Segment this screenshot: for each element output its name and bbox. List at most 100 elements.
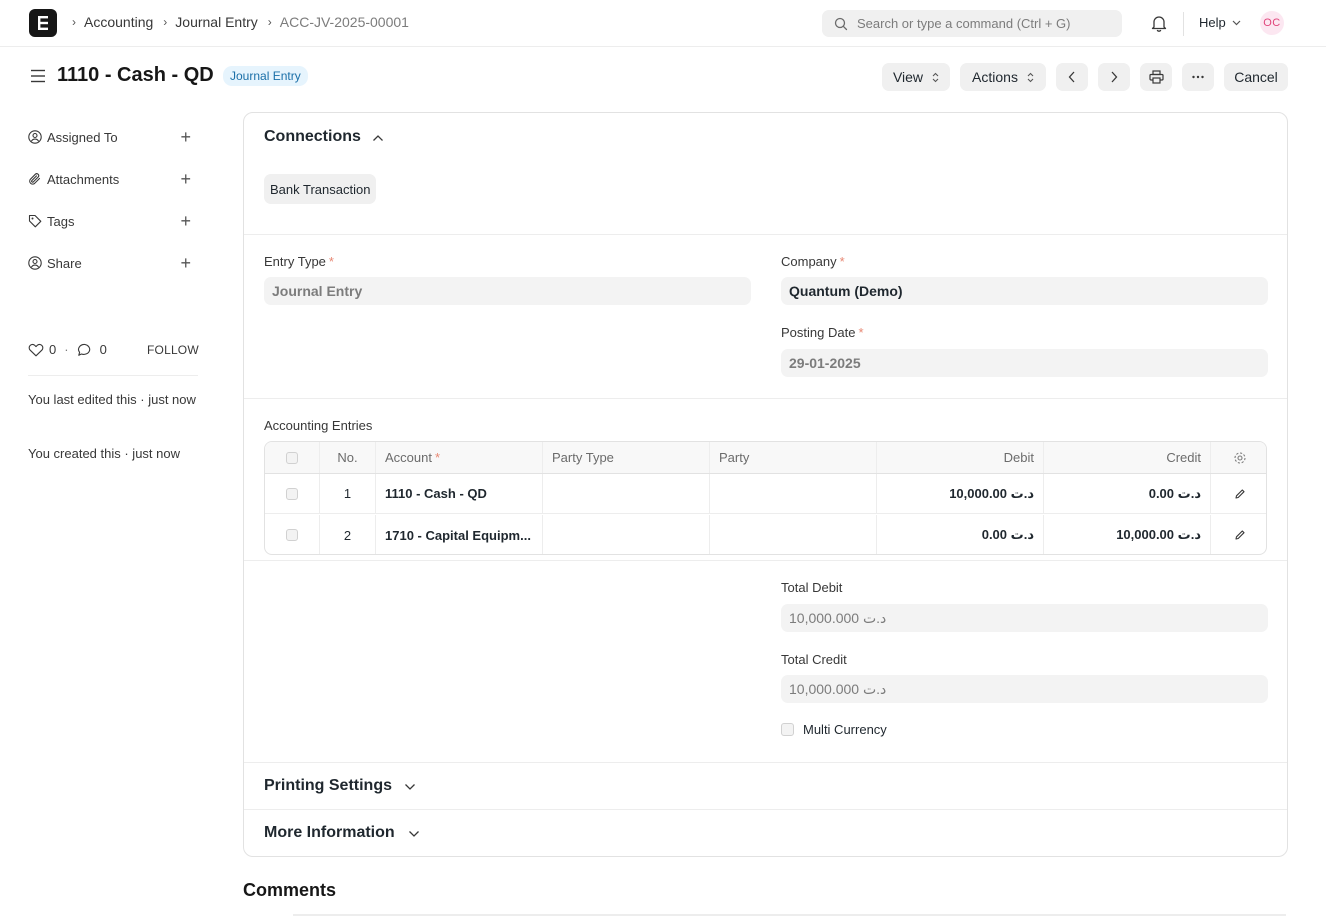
section-divider xyxy=(244,809,1287,810)
view-button-label: View xyxy=(892,69,924,85)
sidebar-item-attachments[interactable]: Attachments + xyxy=(28,169,198,189)
heart-icon[interactable] xyxy=(28,343,44,357)
sidebar-item-label: Share xyxy=(47,255,82,271)
search-bar[interactable] xyxy=(822,10,1122,37)
sidebar-toggle-icon[interactable] xyxy=(30,68,46,84)
breadcrumb-journal-entry[interactable]: Journal Entry xyxy=(175,14,257,30)
sidebar-item-assigned-to[interactable]: Assigned To + xyxy=(28,127,198,147)
more-information-section-toggle[interactable]: More Information xyxy=(264,824,420,842)
plus-icon[interactable]: + xyxy=(180,212,191,230)
printing-settings-section-toggle[interactable]: Printing Settings xyxy=(264,777,416,795)
activity-created: You created this · just now xyxy=(28,446,180,461)
connections-title: Connections xyxy=(264,128,361,145)
account-cell[interactable]: 1710 - Capital Equipm... xyxy=(376,515,543,554)
select-all-checkbox[interactable] xyxy=(286,451,298,464)
table-row[interactable]: 2 1710 - Capital Equipm... د.ت 0.00 د.ت … xyxy=(265,515,1266,554)
cancel-button[interactable]: Cancel xyxy=(1224,63,1288,91)
sidebar-item-label: Tags xyxy=(47,213,75,229)
credit-cell[interactable]: د.ت 0.00 xyxy=(1044,474,1211,513)
multi-currency-label: Multi Currency xyxy=(803,722,887,737)
sidebar-divider xyxy=(28,375,198,376)
help-label: Help xyxy=(1199,15,1226,30)
plus-icon[interactable]: + xyxy=(180,128,191,146)
accounting-entries-label: Accounting Entries xyxy=(264,418,373,433)
select-arrows-icon xyxy=(1027,72,1034,82)
sidebar-item-tags[interactable]: Tags + xyxy=(28,211,198,231)
row-checkbox[interactable] xyxy=(286,487,298,500)
table-header: No. Account * Party Type Party Debit Cred… xyxy=(265,442,1266,474)
user-plus-icon xyxy=(28,130,42,144)
account-cell[interactable]: 1110 - Cash - QD xyxy=(376,474,543,513)
accounting-entries-table: No. Account * Party Type Party Debit Cred… xyxy=(264,441,1267,555)
print-button[interactable] xyxy=(1140,63,1172,91)
row-edit-cell xyxy=(1211,515,1266,554)
row-number: 1 xyxy=(320,474,376,513)
chevron-right-icon: › xyxy=(72,15,76,29)
total-debit-label: Total Debit xyxy=(781,580,843,595)
table-row[interactable]: 1 1110 - Cash - QD د.ت 10,000.00 د.ت 0.0… xyxy=(265,474,1266,514)
gear-icon[interactable] xyxy=(1233,451,1247,465)
chevron-up-icon xyxy=(372,135,383,141)
ellipsis-icon xyxy=(1192,75,1204,79)
party-type-cell[interactable] xyxy=(543,474,710,513)
search-input[interactable] xyxy=(857,16,1117,31)
previous-doc-button[interactable] xyxy=(1056,63,1088,91)
row-select-cell xyxy=(265,474,320,513)
debit-cell[interactable]: د.ت 10,000.00 xyxy=(877,474,1044,513)
sidebar-item-label: Assigned To xyxy=(47,129,118,145)
multi-currency-option[interactable]: Multi Currency xyxy=(781,722,887,737)
party-cell[interactable] xyxy=(710,474,877,513)
pencil-icon[interactable] xyxy=(1234,529,1246,541)
chevron-right-icon: › xyxy=(163,15,168,29)
row-number: 2 xyxy=(320,515,376,554)
likes-count: 0 xyxy=(49,342,57,357)
help-dropdown[interactable]: Help xyxy=(1199,15,1241,30)
multi-currency-checkbox[interactable] xyxy=(781,723,794,736)
credit-cell[interactable]: د.ت 10,000.00 xyxy=(1044,515,1211,554)
status-badge: Journal Entry xyxy=(223,66,308,86)
column-header-credit: Credit xyxy=(1044,442,1211,473)
party-type-cell[interactable] xyxy=(543,515,710,554)
column-header-party-type: Party Type xyxy=(543,442,710,473)
breadcrumb-accounting[interactable]: Accounting xyxy=(84,14,153,30)
plus-icon[interactable]: + xyxy=(180,170,191,188)
next-doc-button[interactable] xyxy=(1098,63,1130,91)
posting-date-field[interactable]: 29-01-2025 xyxy=(781,349,1268,377)
comments-count: 0 xyxy=(99,342,107,357)
section-divider xyxy=(244,762,1287,763)
company-field[interactable]: Quantum (Demo) xyxy=(781,277,1268,305)
connection-bank-transaction[interactable]: Bank Transaction xyxy=(264,174,377,204)
debit-cell[interactable]: د.ت 0.00 xyxy=(877,515,1044,554)
connections-section-toggle[interactable]: Connections xyxy=(264,128,384,146)
activity-last-edited: You last edited this · just now xyxy=(28,392,196,407)
tag-icon xyxy=(28,214,42,228)
page-title: 1110 - Cash - QD xyxy=(57,64,214,86)
sidebar-item-share[interactable]: Share + xyxy=(28,253,198,273)
follow-button[interactable]: FOLLOW xyxy=(147,343,199,357)
total-debit-field: د.ت 10,000.000 xyxy=(781,604,1268,632)
chevron-right-icon xyxy=(1111,71,1118,83)
bell-icon[interactable] xyxy=(1151,14,1167,32)
dot-separator: · xyxy=(64,342,69,357)
app-logo-icon[interactable] xyxy=(29,9,57,37)
view-button[interactable]: View xyxy=(882,63,950,91)
comment-box-edge xyxy=(293,914,1286,916)
pencil-icon[interactable] xyxy=(1234,488,1246,500)
company-label: Company * xyxy=(781,254,845,269)
plus-icon[interactable]: + xyxy=(180,254,191,272)
more-menu-button[interactable] xyxy=(1182,63,1214,91)
column-header-account: Account * xyxy=(376,442,543,473)
entry-type-field[interactable]: Journal Entry xyxy=(264,277,751,305)
paperclip-icon xyxy=(29,173,41,185)
row-checkbox[interactable] xyxy=(286,529,298,541)
party-cell[interactable] xyxy=(710,515,877,554)
comment-icon[interactable] xyxy=(77,343,93,357)
entry-type-label: Entry Type * xyxy=(264,254,334,269)
printer-icon xyxy=(1148,70,1164,84)
total-credit-field: د.ت 10,000.000 xyxy=(781,675,1268,703)
user-avatar[interactable]: OC xyxy=(1260,11,1284,35)
actions-button[interactable]: Actions xyxy=(960,63,1046,91)
chevron-down-icon xyxy=(408,831,419,837)
form-card: Connections Bank Transaction Entry Type *… xyxy=(243,112,1288,857)
navbar-divider xyxy=(1183,12,1184,36)
